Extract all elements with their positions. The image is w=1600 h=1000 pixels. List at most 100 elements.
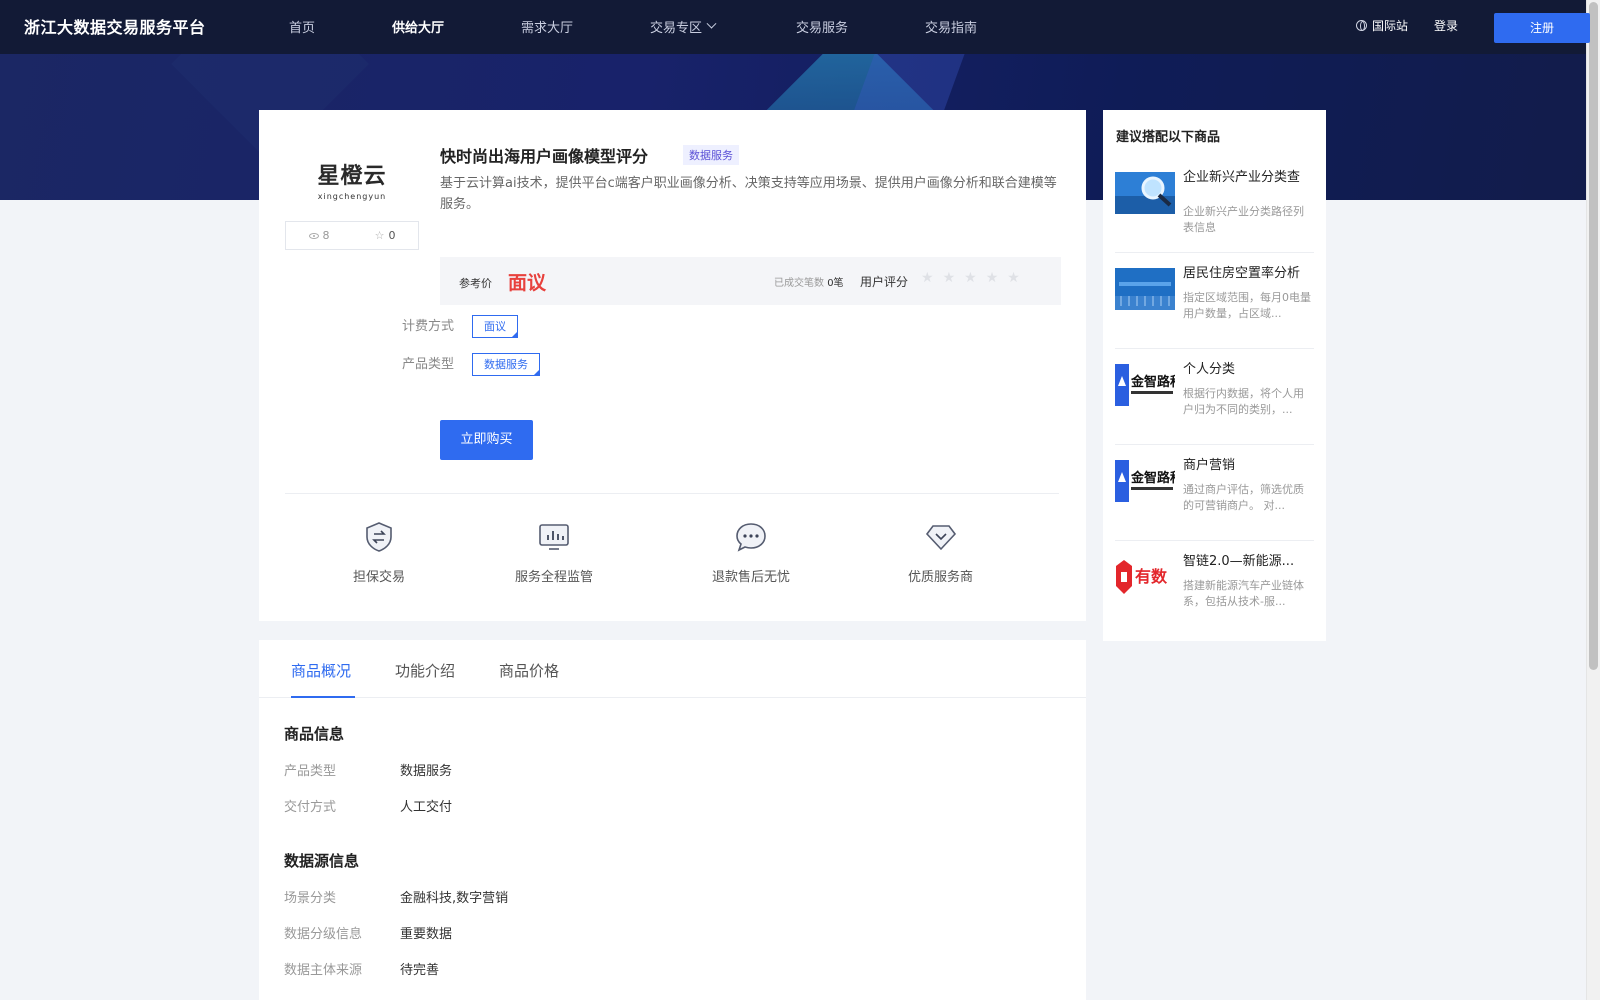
product-title: 快时尚出海用户画像模型评分 [440,147,649,166]
chevron-down-icon [706,18,717,29]
rating-stars[interactable]: ★ ★ ★ ★ ★ [921,270,1020,286]
rec-item[interactable]: 居民住房空置率分析 指定区域范围，每月0电量用户数量，占区域... [1115,254,1314,349]
nav-demand-label: 需求大厅 [521,21,574,36]
favorite-count-value: 0 [388,229,396,242]
type-label: 产品类型 [402,357,455,372]
svg-text:金智路科技: 金智路科技 [1130,470,1175,486]
vendor-logo: 星橙云 xingchengyun [285,140,419,218]
guarantee-label: 担保交易 [353,570,406,585]
favorite-count[interactable]: ☆ 0 [375,229,396,242]
field-value: 重要数据 [400,927,453,942]
product-stats: 8 ☆ 0 [285,221,419,250]
svg-text:金智路科技: 金智路科技 [1130,374,1175,390]
vendor-logo-sub: xingchengyun [317,191,387,201]
price-row: 参考价 面议 已成交笔数 0笔 用户评分 ★ ★ ★ ★ ★ [440,257,1061,305]
field-value: 数据服务 [400,764,453,779]
login-link[interactable]: 登录 [1434,17,1458,34]
field-label: 数据主体来源 [284,963,363,978]
rec-name: 智链2.0—新能源... [1183,554,1295,569]
rec-desc: 搭建新能源汽车产业链体系，包括从技术-服... [1183,579,1304,608]
nav-trade-guide[interactable]: 交易指南 [925,17,977,36]
field-label: 场景分类 [284,891,337,906]
product-description: 基于云计算ai技术，提供平台c端客户职业画像分析、决策支持等应用场景、提供用户画… [440,176,1057,212]
nav-zone-label: 交易专区 [650,21,703,36]
globe-icon [1356,20,1367,31]
rec-desc: 企业新兴产业分类路径列表信息 [1183,205,1304,234]
intl-site-link[interactable]: 国际站 [1356,17,1408,34]
rating-label: 用户评分 [860,275,909,289]
nav-trade-service[interactable]: 交易服务 [796,17,848,36]
svg-text:有数: 有数 [1135,567,1168,586]
guarantee-supervision: 服务全程监管 [515,520,593,585]
jinzhilu-logo: 金智路科技 [1115,364,1175,406]
field-value: 金融科技,数字营销 [400,891,509,906]
field-label: 交付方式 [284,800,337,815]
jinzhilu-logo: 金智路科技 [1115,460,1175,502]
rating-star-icon[interactable]: ★ [943,270,956,286]
star-icon: ☆ [374,229,385,242]
guarantee-label: 服务全程监管 [515,570,594,585]
rating-star-icon[interactable]: ★ [921,270,934,286]
nav-service-label: 交易服务 [796,21,849,36]
scrollbar-thumb[interactable] [1589,2,1598,670]
guarantee-label: 优质服务商 [908,570,974,585]
field-label: 数据分级信息 [284,927,363,942]
field-label: 产品类型 [284,764,337,779]
rating-star-icon[interactable]: ★ [964,270,977,286]
guarantee-escrow: 担保交易 [353,520,405,585]
eye-icon [308,232,319,239]
guarantee-label: 退款售后无忧 [712,570,791,585]
rec-item[interactable]: 金智路科技 个人分类 根据行内数据，将个人用户归为不同的类别，... [1115,350,1314,445]
rec-item[interactable]: 企业新兴产业分类查 企业新兴产业分类路径列表信息 [1115,158,1314,253]
monitor-chart-icon [539,524,569,550]
page-scrollbar[interactable] [1586,0,1600,1000]
detail-tabs: 商品概况 功能介绍 商品价格 [259,640,1086,698]
tab-features[interactable]: 功能介绍 [395,660,455,681]
billing-option-chip[interactable]: 面议 [472,315,518,338]
youshu-logo: 有数 [1115,556,1175,598]
chat-bubble-icon [736,523,766,552]
rec-name: 商户营销 [1183,458,1236,473]
shield-exchange-icon [366,522,392,552]
deal-count: 已成交笔数 0笔 [774,274,844,289]
divider [285,493,1059,494]
billing-label: 计费方式 [402,319,455,334]
rating-star-icon[interactable]: ★ [1007,270,1020,286]
tab-overview[interactable]: 商品概况 [291,660,351,681]
deal-count-value: 0笔 [827,278,844,289]
nav-supply-hall[interactable]: 供给大厅 [392,17,444,36]
buy-now-button[interactable]: 立即购买 [440,420,533,460]
register-button[interactable]: 注册 [1494,13,1590,43]
view-count-value: 8 [322,229,330,242]
active-tab-indicator [291,696,355,698]
rec-name: 居民住房空置率分析 [1183,266,1301,281]
intl-label: 国际站 [1372,19,1409,33]
nav-trade-zone[interactable]: 交易专区 [650,17,717,36]
product-detail-card: 商品概况 功能介绍 商品价格 商品信息 产品类型 数据服务 交付方式 人工交付 … [259,640,1086,1000]
data-source-title: 数据源信息 [284,852,360,870]
rec-desc: 指定区域范围，每月0电量用户数量，占区域... [1183,291,1311,320]
vendor-logo-text: 星橙云 [317,163,387,189]
nav-home[interactable]: 首页 [289,17,315,36]
type-option-chip[interactable]: 数据服务 [472,353,540,376]
category-badge: 数据服务 [683,145,739,165]
tab-pricing[interactable]: 商品价格 [499,660,559,681]
diamond-icon [925,525,956,551]
brand-title[interactable]: 浙江大数据交易服务平台 [24,14,206,38]
building-thumb [1115,268,1175,310]
field-value: 人工交付 [400,800,453,815]
product-info-title: 商品信息 [284,725,345,743]
rec-desc: 通过商户评估，筛选优质的可营销商户。 对... [1183,483,1304,512]
rec-desc: 根据行内数据，将个人用户归为不同的类别，... [1183,387,1304,416]
rec-name: 个人分类 [1183,362,1236,377]
rec-item[interactable]: 金智路科技 商户营销 通过商户评估，筛选优质的可营销商户。 对... [1115,446,1314,541]
top-navbar: 浙江大数据交易服务平台 首页 供给大厅 需求大厅 交易专区 交易服务 交易指南 … [0,0,1590,54]
rec-item[interactable]: 有数 智链2.0—新能源... 搭建新能源汽车产业链体系，包括从技术-服... [1115,542,1314,637]
nav-demand-hall[interactable]: 需求大厅 [521,17,573,36]
guarantee-refund: 退款售后无忧 [712,520,790,585]
field-value: 待完善 [400,963,440,978]
rating-star-icon[interactable]: ★ [986,270,999,286]
nav-supply-label: 供给大厅 [392,21,445,36]
nav-guide-label: 交易指南 [925,21,978,36]
rec-name: 企业新兴产业分类查 [1183,170,1301,185]
